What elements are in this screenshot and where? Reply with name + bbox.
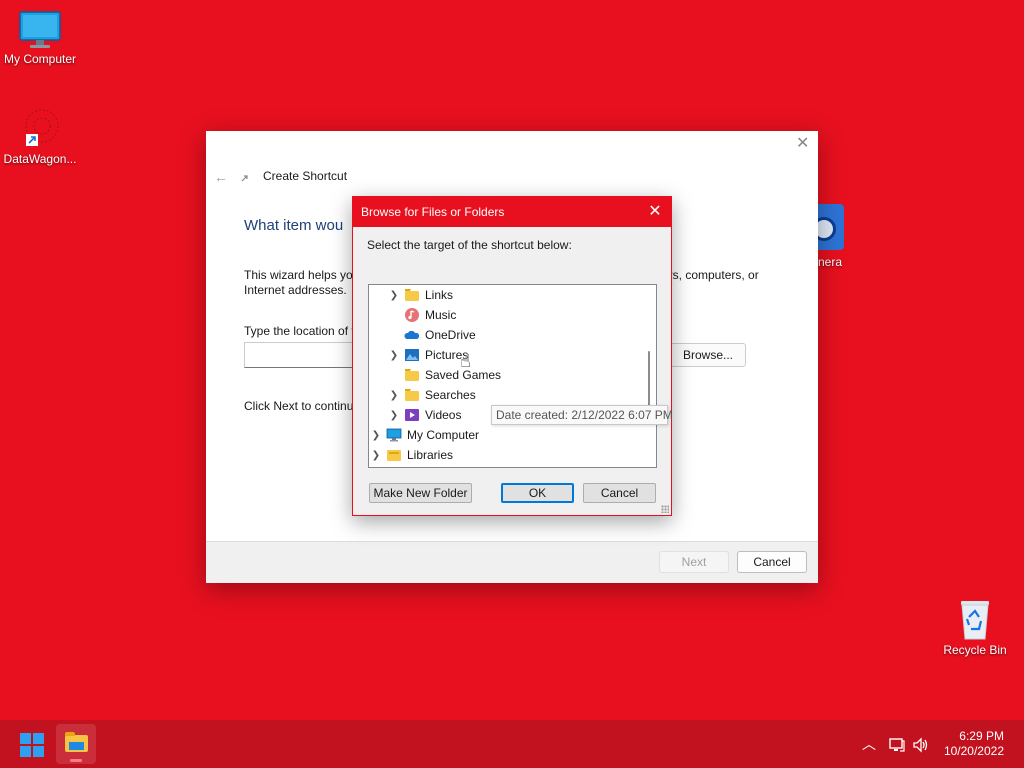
taskbar: ︿ 6:29 PM 10/20/2022 bbox=[0, 720, 1024, 768]
window-title: Create Shortcut bbox=[263, 169, 348, 183]
chevron-up-icon[interactable]: ︿ bbox=[862, 720, 876, 768]
tree-item-links[interactable]: ❯ Links bbox=[387, 285, 453, 305]
clock-date: 10/20/2022 bbox=[943, 744, 1004, 758]
desktop-icon-datawagon[interactable]: DataWagon... bbox=[0, 106, 80, 166]
windows-logo-icon bbox=[20, 733, 31, 744]
cloud-icon bbox=[404, 328, 420, 342]
tree-item-libraries[interactable]: ❯ Libraries bbox=[369, 445, 453, 465]
location-input[interactable] bbox=[244, 342, 354, 368]
tree-item-onedrive[interactable]: OneDrive bbox=[387, 325, 476, 345]
hand-cursor-icon: ☝ bbox=[460, 351, 471, 371]
file-explorer-taskbar-button[interactable] bbox=[56, 724, 96, 764]
next-hint-text: Click Next to continu bbox=[244, 399, 354, 413]
next-button[interactable]: Next bbox=[659, 551, 729, 573]
wizard-footer: Next Cancel bbox=[206, 541, 818, 583]
desktop-icon-label: DataWagon... bbox=[3, 152, 77, 166]
cancel-button[interactable]: Cancel bbox=[583, 483, 656, 503]
resize-grip[interactable] bbox=[661, 505, 669, 513]
shortcut-icon bbox=[241, 175, 248, 182]
desktop-icon-label: My Computer bbox=[3, 52, 77, 66]
datawagon-icon bbox=[25, 109, 59, 146]
monitor-icon bbox=[19, 11, 61, 48]
desktop-icon-my-computer[interactable]: My Computer bbox=[0, 10, 80, 66]
back-arrow-icon[interactable]: ← bbox=[214, 169, 228, 185]
desktop-icon-label: Recycle Bin bbox=[943, 643, 1007, 657]
start-button[interactable] bbox=[20, 733, 44, 757]
page-heading: What item wou bbox=[244, 217, 344, 234]
tree-item-searches[interactable]: ❯ Searches bbox=[387, 385, 476, 405]
camera-app-icon[interactable] bbox=[812, 204, 844, 250]
tree-item-pictures[interactable]: ❯ Pictures bbox=[387, 345, 469, 365]
tree-item-music[interactable]: Music bbox=[387, 305, 456, 325]
tree-scrollbar[interactable] bbox=[648, 351, 650, 411]
folder-icon bbox=[404, 288, 420, 302]
tree-item-label: Libraries bbox=[407, 448, 454, 462]
music-icon bbox=[404, 308, 420, 322]
folder-icon bbox=[404, 388, 420, 402]
close-icon[interactable]: ✕ bbox=[647, 197, 663, 227]
volume-icon[interactable] bbox=[912, 720, 930, 768]
folder-icon bbox=[65, 732, 88, 752]
wizard-description-continued: ers, computers, or bbox=[662, 268, 759, 282]
desktop-icon-label-camera: nera bbox=[818, 255, 843, 269]
videos-icon bbox=[404, 408, 420, 422]
tree-item-label: Videos bbox=[425, 408, 462, 422]
pictures-icon bbox=[404, 348, 420, 362]
tree-item-saved-games[interactable]: Saved Games bbox=[387, 365, 501, 385]
computer-icon bbox=[386, 428, 402, 442]
chevron-right-icon[interactable]: ❯ bbox=[387, 390, 401, 401]
recycle-bin-icon bbox=[961, 601, 989, 640]
tree-item-videos[interactable]: ❯ Videos bbox=[387, 405, 462, 425]
chevron-right-icon[interactable]: ❯ bbox=[369, 430, 383, 441]
ok-button[interactable]: OK bbox=[501, 483, 574, 503]
folder-icon bbox=[404, 368, 420, 382]
network-icon[interactable] bbox=[888, 720, 906, 768]
location-label: Type the location of t bbox=[244, 324, 355, 338]
libraries-icon bbox=[386, 448, 402, 462]
folder-tree[interactable]: ❯ Links Music OneDrive ❯ Pictures Saved … bbox=[368, 284, 657, 468]
cancel-button[interactable]: Cancel bbox=[737, 551, 807, 573]
chevron-right-icon[interactable]: ❯ bbox=[387, 290, 401, 301]
tree-item-label: Links bbox=[425, 288, 454, 302]
dialog-titlebar[interactable]: Browse for Files or Folders ✕ bbox=[353, 197, 671, 227]
desktop-icon-recycle-bin[interactable]: Recycle Bin bbox=[935, 597, 1015, 657]
dialog-instruction: Select the target of the shortcut below: bbox=[367, 238, 572, 252]
tree-item-label: Music bbox=[425, 308, 457, 322]
make-new-folder-button[interactable]: Make New Folder bbox=[369, 483, 472, 503]
active-indicator bbox=[70, 759, 82, 762]
tree-item-label: OneDrive bbox=[425, 328, 476, 342]
browse-dialog: Browse for Files or Folders ✕ Select the… bbox=[352, 196, 672, 516]
chevron-right-icon[interactable]: ❯ bbox=[387, 350, 401, 361]
tree-item-label: Searches bbox=[425, 388, 476, 402]
tree-item-my-computer[interactable]: ❯ My Computer bbox=[369, 425, 479, 445]
clock-time: 6:29 PM bbox=[959, 729, 1004, 743]
tree-item-label: My Computer bbox=[407, 428, 480, 442]
tooltip: Date created: 2/12/2022 6:07 PM bbox=[491, 405, 673, 425]
chevron-right-icon[interactable]: ❯ bbox=[387, 410, 401, 421]
chevron-right-icon[interactable]: ❯ bbox=[369, 450, 383, 461]
close-icon[interactable]: ✕ bbox=[796, 136, 809, 152]
browse-button[interactable]: Browse... bbox=[670, 343, 746, 367]
system-clock[interactable]: 6:29 PM 10/20/2022 bbox=[944, 729, 1004, 759]
dialog-title: Browse for Files or Folders bbox=[361, 205, 505, 219]
